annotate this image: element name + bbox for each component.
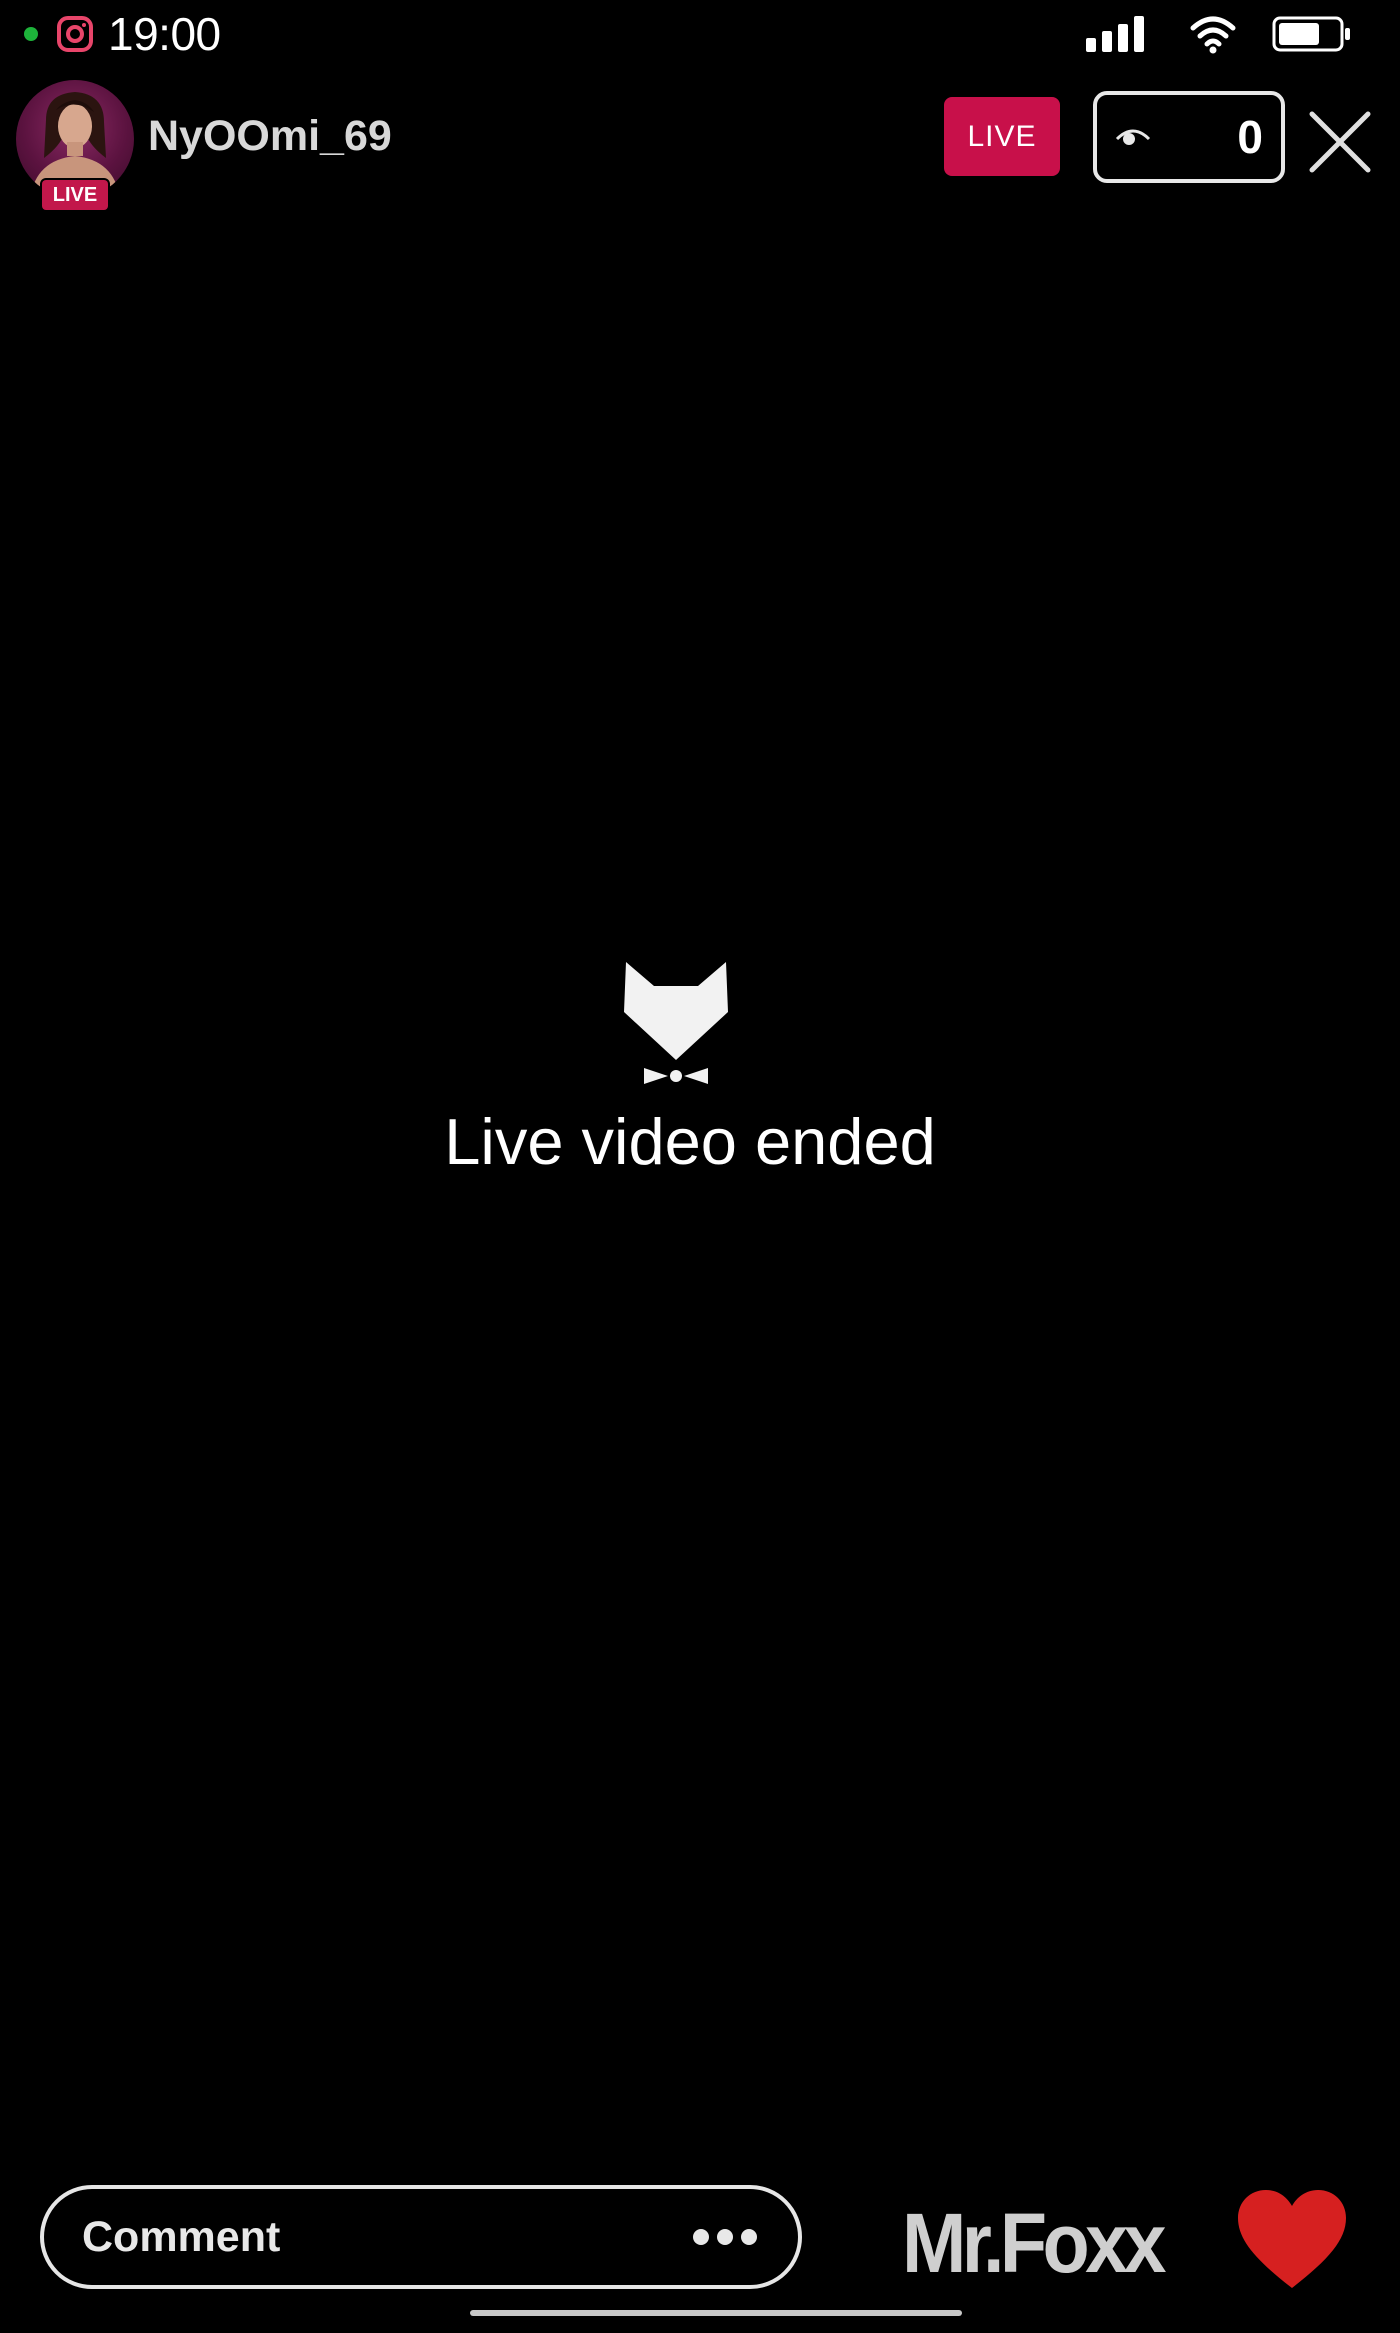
battery-icon: [1272, 16, 1350, 52]
eye-icon: [1115, 129, 1151, 145]
status-bar: 19:00: [0, 0, 1400, 66]
green-dot-icon: [24, 27, 38, 41]
status-time: 19:00: [108, 8, 221, 60]
close-icon[interactable]: [1306, 108, 1374, 176]
live-button[interactable]: LIVE: [944, 97, 1060, 176]
viewer-count-box[interactable]: 0: [1093, 91, 1285, 183]
live-ended-message: Live video ended: [444, 1105, 936, 1178]
heart-icon[interactable]: [1236, 2188, 1348, 2292]
brand-logo: Mr.Foxx: [902, 2196, 1166, 2290]
signal-icon: [1086, 16, 1144, 52]
wifi-icon: [1190, 16, 1236, 54]
username[interactable]: NyOOmi_69: [148, 108, 392, 164]
comment-input[interactable]: Comment: [40, 2185, 802, 2289]
viewer-count: 0: [1237, 111, 1263, 163]
more-dots-icon[interactable]: [692, 2227, 758, 2247]
instagram-icon: [57, 16, 93, 52]
avatar-live-badge: LIVE: [42, 180, 108, 210]
comment-placeholder: Comment: [82, 2213, 281, 2261]
home-indicator[interactable]: [470, 2310, 962, 2316]
fox-icon: [624, 962, 728, 1084]
